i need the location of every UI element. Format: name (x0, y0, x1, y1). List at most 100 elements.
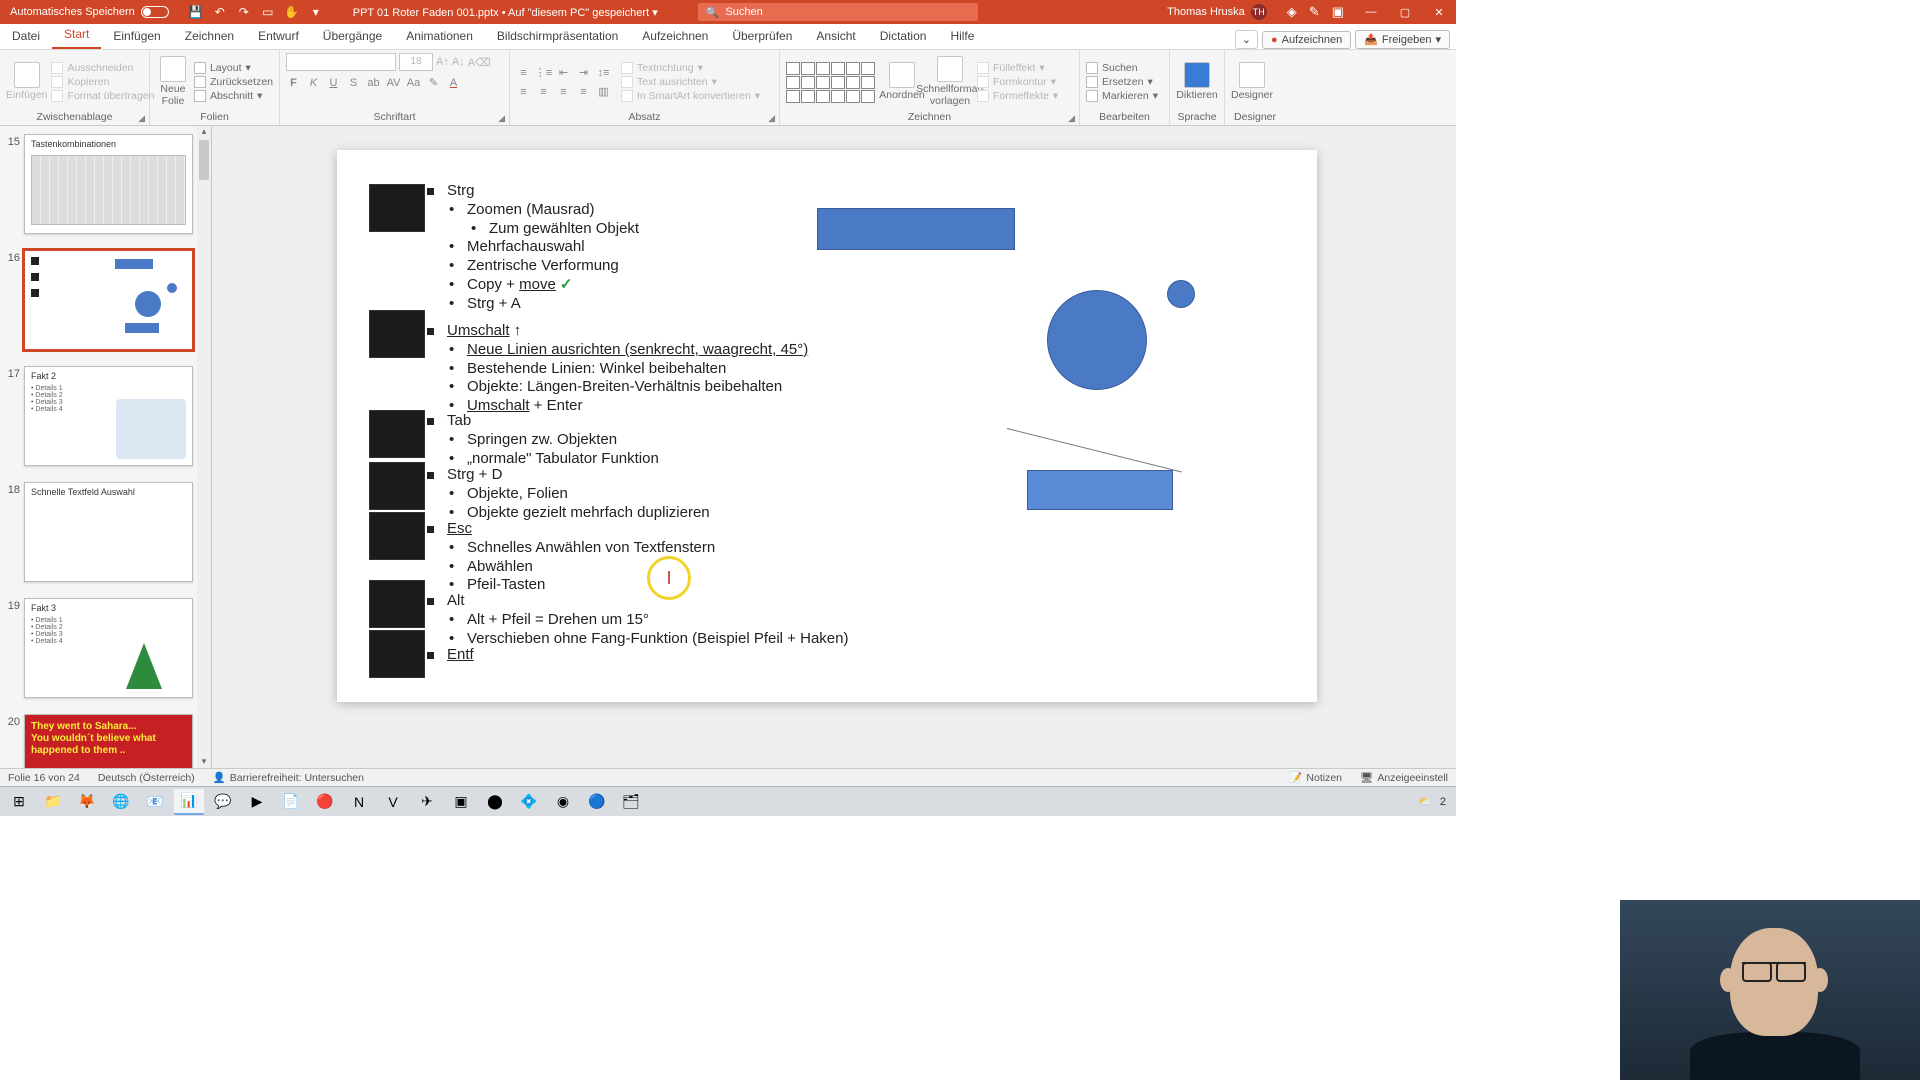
autosave-toggle[interactable]: Automatisches Speichern (0, 6, 179, 18)
slide-thumbnail-19[interactable]: Fakt 3 • Details 1• Details 2• Details 3… (24, 598, 193, 698)
taskbar-chrome-icon[interactable]: 🌐 (106, 789, 136, 815)
tab-animationen[interactable]: Animationen (394, 25, 485, 49)
shape-circle-small[interactable] (1167, 280, 1195, 308)
account-button[interactable]: Thomas Hruska TH (1157, 4, 1277, 20)
taskbar-onenote-icon[interactable]: N (344, 789, 374, 815)
find-button[interactable]: Suchen (1086, 62, 1158, 74)
quick-styles-button[interactable]: Schnellformat-vorlagen (929, 54, 971, 110)
font-size-combo: 18 (399, 53, 433, 71)
select-button[interactable]: Markieren ▾ (1086, 90, 1158, 102)
tab-hilfe[interactable]: Hilfe (938, 25, 986, 49)
copy-icon (51, 76, 63, 88)
slide-counter[interactable]: Folie 16 von 24 (8, 772, 80, 784)
taskbar-telegram-icon[interactable]: ✈ (412, 789, 442, 815)
dictate-button[interactable]: Diktieren (1176, 54, 1218, 110)
slide-canvas-area[interactable]: Strg Zoomen (Mausrad) Zum gewählten Obje… (212, 126, 1442, 768)
tab-aufzeichnen[interactable]: Aufzeichnen (630, 25, 720, 49)
thumbnail-scrollbar[interactable]: ▴ ▾ (197, 126, 211, 768)
taskbar-app-icon[interactable]: 🔵 (582, 789, 612, 815)
maximize-button[interactable]: ▢ (1388, 0, 1422, 24)
layout-button[interactable]: Layout ▾ (194, 62, 273, 74)
tab-ansicht[interactable]: Ansicht (804, 25, 867, 49)
tab-entwurf[interactable]: Entwurf (246, 25, 311, 49)
slide-thumbnail-18[interactable]: Schnelle Textfeld Auswahl (24, 482, 193, 582)
dialog-launcher-icon[interactable]: ◢ (138, 113, 145, 124)
touch-mode-icon[interactable]: ✋ (285, 5, 299, 19)
reset-button[interactable]: Zurücksetzen (194, 76, 273, 88)
redo-icon[interactable]: ↷ (237, 5, 251, 19)
section-button[interactable]: Abschnitt ▾ (194, 90, 273, 102)
taskbar-app-icon[interactable]: ⬤ (480, 789, 510, 815)
minimize-button[interactable]: ― (1354, 0, 1388, 24)
vertical-scrollbar[interactable] (1442, 126, 1456, 768)
taskbar-app-icon[interactable]: 💠 (514, 789, 544, 815)
slide-thumbnail-20[interactable]: They went to Sahara...You wouldn´t belie… (24, 714, 193, 768)
slide-thumbnail-15[interactable]: Tastenkombinationen (24, 134, 193, 234)
weather-icon[interactable]: ⛅ (1418, 795, 1432, 808)
taskbar-vscode-icon[interactable]: V (378, 789, 408, 815)
display-settings-button[interactable]: 🖥 Anzeigeeinstell (1360, 771, 1448, 784)
tab-dictation[interactable]: Dictation (868, 25, 939, 49)
taskbar-outlook-icon[interactable]: 📧 (140, 789, 170, 815)
scroll-down-icon[interactable]: ▾ (197, 756, 211, 768)
slide-thumbnail-16[interactable] (24, 250, 193, 350)
search-box[interactable]: 🔍 (698, 3, 978, 21)
slide-thumbnails-panel[interactable]: 15 Tastenkombinationen 16 17 Fakt 2 • De… (0, 126, 212, 768)
system-tray[interactable]: ⛅ 2 (1418, 795, 1452, 808)
dialog-launcher-icon[interactable]: ◢ (498, 113, 505, 124)
bold-icon: F (286, 75, 301, 90)
taskbar-app-icon[interactable]: 🗂 (616, 789, 646, 815)
tab-bildschirmpraesentation[interactable]: Bildschirmpräsentation (485, 25, 630, 49)
taskbar-app-icon[interactable]: ▣ (446, 789, 476, 815)
record-button[interactable]: ●Aufzeichnen (1262, 31, 1351, 49)
close-button[interactable]: ✕ (1422, 0, 1456, 24)
taskbar-app-icon[interactable]: 💬 (208, 789, 238, 815)
taskbar-firefox-icon[interactable]: 🦊 (72, 789, 102, 815)
new-slide-button[interactable]: Neue Folie (156, 54, 190, 110)
reset-icon (194, 76, 206, 88)
notes-button[interactable]: 📝 Notizen (1289, 771, 1342, 784)
designer-button[interactable]: Designer (1231, 54, 1273, 110)
cursor-highlight: I (647, 556, 691, 600)
start-button[interactable]: ⊞ (4, 789, 34, 815)
tab-datei[interactable]: Datei (0, 25, 52, 49)
language-button[interactable]: Deutsch (Österreich) (98, 772, 195, 784)
present-from-start-icon[interactable]: ▭ (261, 5, 275, 19)
shape-rectangle[interactable] (817, 208, 1015, 250)
taskbar-app-icon[interactable]: 📄 (276, 789, 306, 815)
collapse-ribbon-button[interactable]: ⌄ (1235, 30, 1258, 49)
shapes-gallery[interactable] (786, 62, 875, 103)
tab-einfuegen[interactable]: Einfügen (101, 25, 172, 49)
document-title[interactable]: PPT 01 Roter Faden 001.pptx • Auf "diese… (333, 6, 678, 19)
bullet-item: Alt + Pfeil = Drehen um 15° (427, 611, 848, 630)
diamond-icon[interactable]: ◈ (1287, 4, 1297, 20)
tab-zeichnen[interactable]: Zeichnen (173, 25, 246, 49)
pen-icon[interactable]: ✎ (1309, 4, 1320, 20)
shape-circle-large[interactable] (1047, 290, 1147, 390)
tab-start[interactable]: Start (52, 23, 101, 49)
taskbar-powerpoint-icon[interactable]: 📊 (174, 789, 204, 815)
toggle-switch-icon[interactable] (141, 6, 169, 18)
dialog-launcher-icon[interactable]: ◢ (768, 113, 775, 124)
taskbar-vlc-icon[interactable]: ▶ (242, 789, 272, 815)
accessibility-button[interactable]: 👤 Barrierefreiheit: Untersuchen (213, 771, 364, 784)
shape-fill-button: Fülleffekt ▾ (977, 62, 1058, 74)
taskbar-explorer-icon[interactable]: 📁 (38, 789, 68, 815)
tab-ueberpruefen[interactable]: Überprüfen (720, 25, 804, 49)
taskbar-app-icon[interactable]: 🔴 (310, 789, 340, 815)
dialog-launcher-icon[interactable]: ◢ (1068, 113, 1075, 124)
undo-icon[interactable]: ↶ (213, 5, 227, 19)
scroll-up-icon[interactable]: ▴ (197, 126, 211, 138)
shape-line[interactable] (1007, 428, 1182, 473)
window-layout-icon[interactable]: ▣ (1332, 4, 1344, 20)
slide-thumbnail-17[interactable]: Fakt 2 • Details 1• Details 2• Details 3… (24, 366, 193, 466)
slide[interactable]: Strg Zoomen (Mausrad) Zum gewählten Obje… (337, 150, 1317, 702)
replace-button[interactable]: Ersetzen ▾ (1086, 76, 1158, 88)
qat-more-icon[interactable]: ▾ (309, 5, 323, 19)
search-input[interactable] (725, 6, 969, 18)
save-icon[interactable]: 💾 (189, 5, 203, 19)
shape-rectangle-2[interactable] (1027, 470, 1173, 510)
taskbar-app-icon[interactable]: ◉ (548, 789, 578, 815)
tab-uebergaenge[interactable]: Übergänge (311, 25, 394, 49)
share-button[interactable]: 📤Freigeben ▾ (1355, 30, 1450, 49)
